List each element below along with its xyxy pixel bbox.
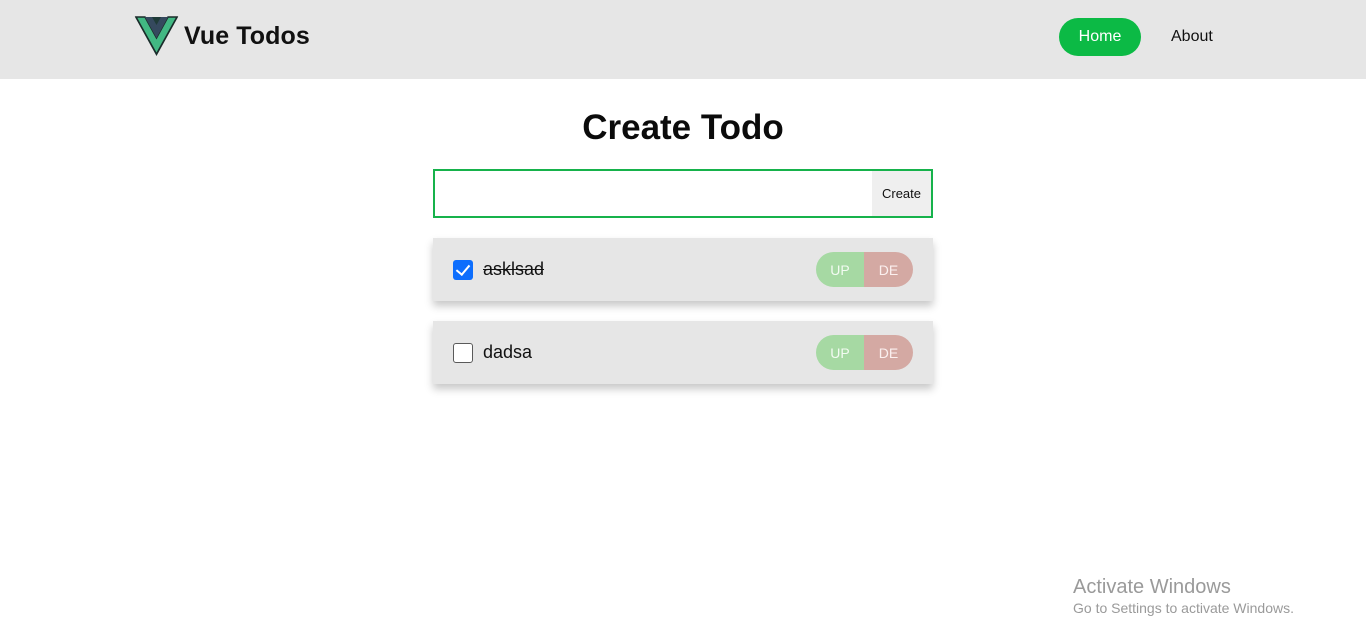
delete-button[interactable]: DE <box>864 252 913 287</box>
todo-checkbox-checked[interactable] <box>453 260 473 280</box>
nav-about-link[interactable]: About <box>1171 18 1213 56</box>
todo-item: dadsa UP DE <box>433 321 933 384</box>
update-button[interactable]: UP <box>816 335 864 370</box>
watermark-subtitle: Go to Settings to activate Windows. <box>1073 600 1294 616</box>
windows-activation-watermark: Activate Windows Go to Settings to activ… <box>1073 575 1294 617</box>
update-button[interactable]: UP <box>816 252 864 287</box>
create-todo-form: Create <box>433 169 933 218</box>
todo-list: asklsad UP DE dadsa UP DE <box>433 238 933 404</box>
todo-actions: UP DE <box>816 252 913 287</box>
main-nav: Home About <box>1059 18 1213 56</box>
todo-item: asklsad UP DE <box>433 238 933 301</box>
todo-input[interactable] <box>435 171 872 216</box>
vue-logo-icon <box>134 16 179 56</box>
top-navbar: Vue Todos Home About <box>0 0 1366 79</box>
watermark-title: Activate Windows <box>1073 576 1231 598</box>
create-button[interactable]: Create <box>872 171 931 216</box>
brand[interactable]: Vue Todos <box>133 14 310 58</box>
app-title: Vue Todos <box>184 21 310 50</box>
delete-button[interactable]: DE <box>864 335 913 370</box>
todo-actions: UP DE <box>816 335 913 370</box>
todo-text: dadsa <box>483 342 533 362</box>
nav-home-link[interactable]: Home <box>1059 18 1141 56</box>
todo-checkbox[interactable] <box>453 343 473 363</box>
todo-text: asklsad <box>483 259 545 279</box>
page-title: Create Todo <box>582 108 784 147</box>
